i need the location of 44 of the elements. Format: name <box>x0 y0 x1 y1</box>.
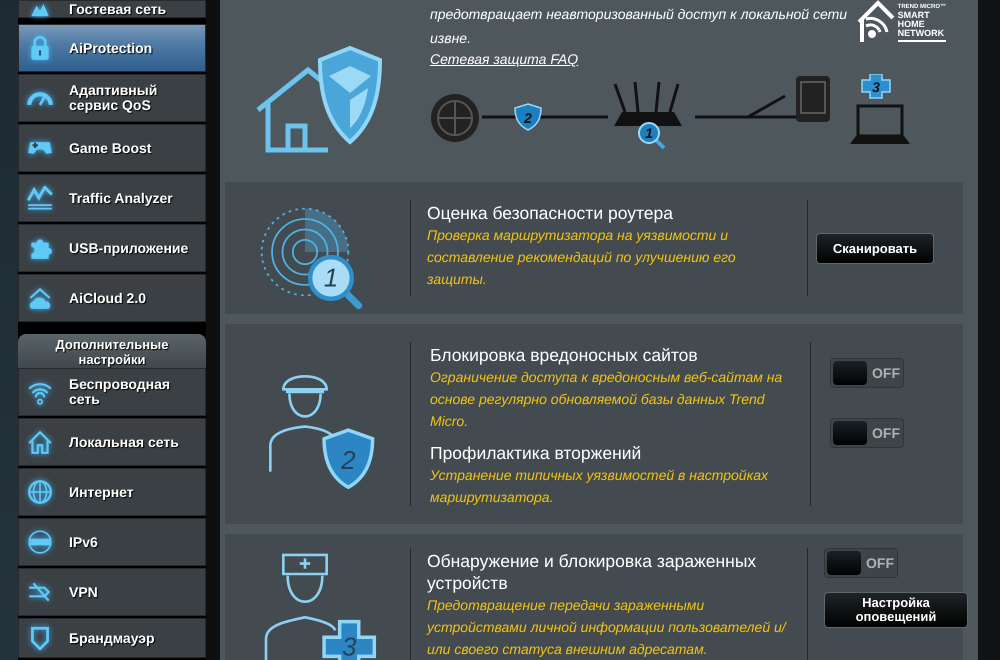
sidebar-item-label: Брандмауэр <box>69 630 156 646</box>
sidebar-item[interactable]: Беспроводная сеть <box>18 368 206 416</box>
feature-description: Устранение типичных уязвимостей в настройках маршрутизатора. <box>430 466 770 507</box>
sidebar-item-label: VPN <box>69 584 99 600</box>
sidebar-item[interactable]: Адаптивный сервис QoS <box>18 74 206 122</box>
sidebar-item-label: Адаптивный сервис QoS <box>69 83 158 113</box>
sidebar-item-label: Game Boost <box>69 140 152 156</box>
sidebar-item[interactable]: Game Boost <box>18 124 206 172</box>
description-text: предотвращает неавторизованный доступ к локальной сети извне. <box>430 5 848 48</box>
action-button[interactable]: Настройка оповещений <box>824 592 968 628</box>
shield-badge: 2 <box>514 103 542 131</box>
sidebar-item[interactable]: Интернет <box>18 468 206 516</box>
sidebar-item[interactable]: AiCloud 2.0 <box>18 274 206 322</box>
sidebar-item[interactable]: VPN <box>18 568 206 616</box>
sidebar-item-label: Интернет <box>69 484 135 500</box>
sidebar-item[interactable]: Брандмауэр <box>18 618 206 658</box>
toggle-switch[interactable]: OFF <box>830 418 904 448</box>
sidebar-item[interactable]: USB-приложение <box>18 224 206 272</box>
sidebar-item-label: Traffic Analyzer <box>69 190 174 206</box>
sidebar-item[interactable]: Локальная сеть <box>18 418 206 466</box>
feature-description: Предотвращение передачи зараженными устройствами личной информации пользователей и/или своего статуса внешним адресатам. <box>427 596 787 659</box>
sidebar-item[interactable]: AiProtection <box>18 24 206 72</box>
toggle-switch[interactable]: OFF <box>824 548 898 578</box>
feature-title: Профилактика вторжений <box>430 442 642 464</box>
feature-description: Проверка маршрутизатора на уязвимости и составление рекомендаций по улучшению его защиты. <box>427 226 737 289</box>
sidebar-item-label: Беспроводная сеть <box>69 377 172 407</box>
sidebar-item-label: IPv6 <box>69 534 99 550</box>
sidebar-item[interactable]: IPv6 <box>18 518 206 566</box>
sidebar-item-label: AiCloud 2.0 <box>69 290 148 306</box>
faq-link[interactable]: Сетевая защита FAQ <box>430 51 578 67</box>
feature-title: Обнаружение и блокировка зараженных устройств <box>427 550 758 594</box>
feature-description: Ограничение доступа к вредоносным веб-сайтам на основе регулярно обновляемой базы данных Trend Micro. <box>430 368 784 431</box>
sidebar-item-label: Гостевая сеть <box>69 2 168 17</box>
sidebar-item-label: AiProtection <box>69 40 154 56</box>
cross-badge: 3 <box>861 74 891 99</box>
section-header: Дополнительные настройки <box>18 334 206 368</box>
sidebar-item[interactable]: Traffic Analyzer <box>18 174 206 222</box>
action-button[interactable]: Сканировать <box>816 232 934 264</box>
feature-title: Оценка безопасности роутера <box>427 202 674 224</box>
sidebar-item-label: USB-приложение <box>69 240 189 256</box>
toggle-switch[interactable]: OFF <box>830 358 904 388</box>
sidebar-item-label: Локальная сеть <box>69 434 180 450</box>
feature-title: Блокировка вредоносных сайтов <box>430 344 699 366</box>
sidebar-item[interactable]: Гостевая сеть <box>18 0 206 18</box>
